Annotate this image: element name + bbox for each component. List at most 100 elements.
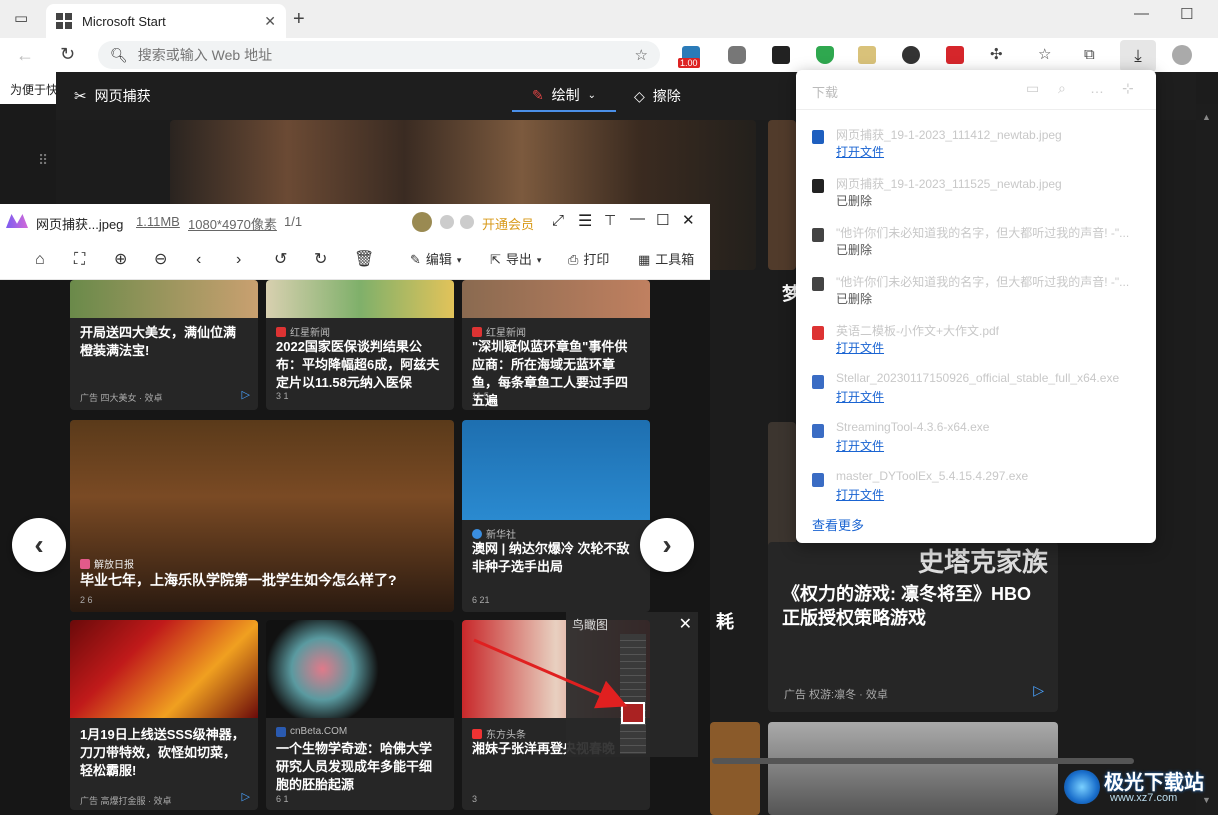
ad-play-icon[interactable]: ▷ bbox=[242, 790, 250, 803]
next-icon[interactable]: › bbox=[236, 250, 241, 270]
vip-button[interactable]: 开通会员 bbox=[482, 214, 534, 233]
page-scrollbar[interactable]: ▲ ▼ bbox=[1196, 104, 1218, 815]
extension-icon-5[interactable] bbox=[858, 46, 876, 64]
card-meta: 6 21 bbox=[472, 595, 490, 605]
extension-icon-7[interactable] bbox=[946, 46, 964, 64]
viewer-dimensions[interactable]: 1080*4970像素 bbox=[188, 214, 277, 233]
card-meta: 3 bbox=[472, 794, 478, 804]
export-button[interactable]: ⇱ 导出 ▾ bbox=[490, 250, 541, 270]
edit-button[interactable]: ✎ 编辑 ▾ bbox=[410, 250, 461, 270]
prev-icon[interactable]: ‹ bbox=[196, 250, 201, 270]
shield-extension-icon[interactable] bbox=[816, 46, 834, 64]
birdview-close-icon[interactable]: ✕ bbox=[679, 614, 692, 634]
cell-image bbox=[266, 620, 454, 718]
next-image-button[interactable]: › bbox=[640, 518, 694, 572]
card-meta: 11 5 bbox=[472, 391, 489, 401]
ad-play-icon[interactable]: ▷ bbox=[1033, 682, 1044, 699]
ad-play-icon[interactable]: ▷ bbox=[242, 388, 250, 401]
news-card[interactable]: 新华社 澳网 | 纳达尔爆冷 次轮不敌非种子选手出局 6 21 bbox=[462, 420, 650, 612]
pin-panel-icon[interactable]: ⊹ bbox=[1122, 80, 1134, 97]
open-file-link[interactable]: 打开文件 bbox=[836, 143, 884, 160]
chevron-down-icon[interactable]: ⌄ bbox=[588, 90, 596, 101]
close-tab-icon[interactable]: ✕ bbox=[264, 13, 276, 30]
news-image-bottom-right-2 bbox=[768, 722, 1058, 815]
grid-icon: ▦ bbox=[638, 252, 651, 267]
news-card[interactable]: 解放日报 毕业七年，上海乐队学院第一批学生如今怎么样了? 2 6 bbox=[70, 420, 454, 612]
minimize-window-icon[interactable]: — bbox=[1134, 6, 1149, 21]
fit-screen-icon[interactable]: ⛶ bbox=[74, 250, 85, 270]
zoom-in-icon[interactable]: ⊕ bbox=[114, 250, 127, 270]
mouse-icon[interactable]: ⌂ bbox=[35, 250, 45, 270]
new-tab-icon[interactable]: + bbox=[293, 9, 305, 29]
birdview-viewport-frame[interactable] bbox=[621, 702, 645, 724]
download-item[interactable]: "他许你们未必知道我的名字，但大都听过我的声音! -"... 已删除 bbox=[796, 216, 1156, 265]
fullscreen-icon[interactable]: ⤢ bbox=[552, 212, 564, 229]
download-item[interactable]: "他许你们未必知道我的名字，但大都听过我的声音! -"... 已删除 bbox=[796, 265, 1156, 314]
news-card[interactable]: cnBeta.COM 一个生物学奇迹：哈佛大学研究人员发现成年多能干细胞的胚胎起… bbox=[266, 620, 454, 810]
export-label: 导出 bbox=[505, 252, 532, 267]
downloads-button[interactable]: ⤓ bbox=[1120, 40, 1156, 72]
news-card[interactable]: 红星新闻 2022国家医保谈判结果公布：平均降幅超6成，阿兹夫定片以11.58元… bbox=[266, 280, 454, 410]
edit-icon: ✎ bbox=[410, 252, 421, 267]
add-favorite-icon[interactable]: ☆ bbox=[635, 46, 648, 64]
download-item[interactable]: Stellar_20230117150926_official_stable_f… bbox=[796, 363, 1156, 412]
source-logo-icon bbox=[276, 726, 286, 737]
back-icon[interactable]: ← bbox=[16, 46, 34, 64]
side-text-2: 耗 bbox=[716, 612, 734, 632]
game-ad-card[interactable]: 史塔克家族 《权力的游戏: 凛冬将至》HBO正版授权策略游戏 广告 权游:凛冬 … bbox=[768, 542, 1058, 712]
open-file-link[interactable]: 打开文件 bbox=[836, 388, 884, 405]
rotate-right-icon[interactable]: ↻ bbox=[314, 250, 327, 270]
open-file-link[interactable]: 打开文件 bbox=[836, 486, 884, 503]
favorites-icon[interactable]: ☆ bbox=[1038, 47, 1051, 62]
exe-file-icon bbox=[812, 375, 824, 389]
erase-button[interactable]: ◇ 擦除 bbox=[634, 80, 681, 112]
open-file-link[interactable]: 打开文件 bbox=[836, 339, 884, 356]
toolbox-label: 工具箱 bbox=[655, 252, 695, 267]
extension-icon-3[interactable] bbox=[772, 46, 790, 64]
previous-image-button[interactable]: ‹ bbox=[12, 518, 66, 572]
viewer-app-logo-icon bbox=[6, 214, 28, 228]
extension-icon-2[interactable] bbox=[728, 46, 746, 64]
tab-actions-icon[interactable]: ▭ bbox=[14, 11, 28, 26]
profile-avatar[interactable] bbox=[1172, 45, 1192, 65]
menu-icon[interactable]: ☰ bbox=[578, 211, 592, 231]
tab-microsoft-start[interactable]: Microsoft Start ✕ bbox=[46, 4, 286, 38]
rotate-left-icon[interactable]: ↺ bbox=[274, 250, 287, 270]
maximize-icon[interactable]: ☐ bbox=[656, 211, 669, 229]
download-item[interactable]: 英语二模板-小作文+大作文.pdf 打开文件 bbox=[796, 314, 1156, 363]
download-item[interactable]: master_DYToolEx_5.4.15.4.297.exe 打开文件 bbox=[796, 461, 1156, 510]
extensions-puzzle-icon[interactable]: ✣ bbox=[990, 47, 1003, 62]
address-bar[interactable]: 🔍︎ ☆ bbox=[98, 41, 660, 69]
address-input[interactable] bbox=[137, 47, 635, 63]
minimize-icon[interactable]: — bbox=[630, 210, 645, 227]
scroll-up-icon[interactable]: ▲ bbox=[1202, 112, 1211, 122]
extension-icon-6[interactable] bbox=[902, 46, 920, 64]
news-card[interactable]: 1月19日上线送SSS级神器，刀刀带特效，砍怪如切菜，轻松霸服! 广告 高爆打金… bbox=[70, 620, 258, 810]
user-avatar[interactable] bbox=[412, 212, 432, 232]
search-downloads-icon[interactable]: ⌕ bbox=[1058, 80, 1066, 97]
image-file-icon bbox=[812, 179, 824, 193]
viewer-filesize[interactable]: 1.11MB bbox=[136, 214, 180, 229]
download-item[interactable]: StreamingTool-4.3.6-x64.exe 打开文件 bbox=[796, 412, 1156, 461]
apps-grid-icon[interactable]: ⠿ bbox=[38, 152, 48, 169]
print-button[interactable]: ⎙ 打印 bbox=[568, 250, 609, 270]
collections-icon[interactable]: ⧉ bbox=[1084, 47, 1095, 62]
card-image bbox=[266, 280, 454, 318]
toolbox-button[interactable]: ▦ 工具箱 bbox=[638, 250, 694, 270]
see-more-link[interactable]: 查看更多 bbox=[812, 515, 864, 534]
draw-button[interactable]: ✎ 绘制 ⌄ bbox=[512, 80, 616, 112]
close-icon[interactable]: ✕ bbox=[682, 211, 695, 229]
zoom-out-icon[interactable]: ⊖ bbox=[154, 250, 167, 270]
more-options-icon[interactable]: … bbox=[1090, 80, 1104, 96]
refresh-icon[interactable]: ↻ bbox=[60, 45, 75, 63]
news-card[interactable]: 开局送四大美女，满仙位满橙装满法宝! 广告 四大美女 · 效卓 ▷ bbox=[70, 280, 258, 410]
delete-icon[interactable]: 🗑︎ bbox=[354, 250, 374, 270]
birdview-thumbnail[interactable] bbox=[620, 634, 646, 754]
open-folder-icon[interactable]: ▭ bbox=[1026, 80, 1039, 97]
open-file-link[interactable]: 打开文件 bbox=[836, 437, 884, 454]
news-card[interactable]: 红星新闻 "深圳疑似蓝环章鱼"事件供应商：所在海域无蓝环章鱼，每条章鱼工人要过手… bbox=[462, 280, 650, 410]
maximize-window-icon[interactable]: ☐ bbox=[1180, 7, 1193, 22]
download-item[interactable]: 网页捕获_19-1-2023_111525_newtab.jpeg 已删除 bbox=[796, 167, 1156, 216]
pin-icon[interactable]: ⊤ bbox=[604, 212, 616, 229]
download-item[interactable]: 网页捕获_19-1-2023_111412_newtab.jpeg 打开文件 bbox=[796, 118, 1156, 167]
